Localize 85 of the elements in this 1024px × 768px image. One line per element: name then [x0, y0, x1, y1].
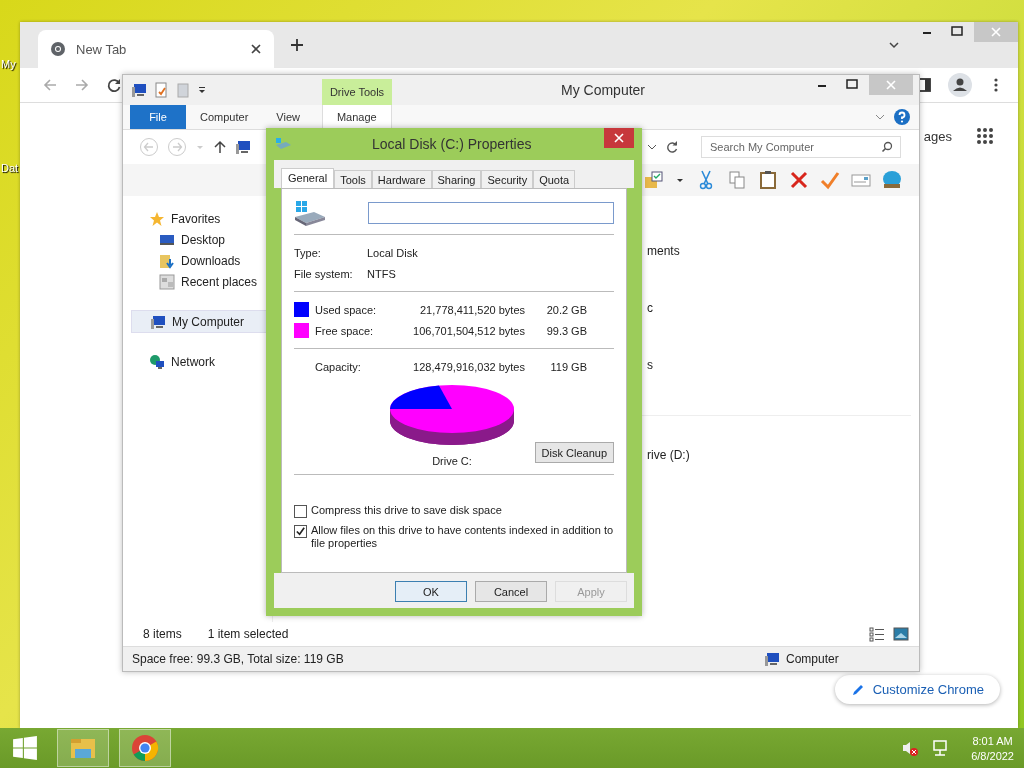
ribbon-tab[interactable]: Manage: [321, 105, 392, 129]
computer-icon: [764, 651, 780, 667]
muted-speaker-icon[interactable]: [901, 739, 920, 757]
checkmark-icon[interactable]: [820, 170, 840, 190]
space-bytes: 21,778,411,520 bytes: [419, 303, 525, 316]
computer-icon: [150, 313, 166, 330]
star-icon: [149, 210, 165, 227]
recent-places-icon: [159, 273, 175, 290]
drive-item-label[interactable]: s: [647, 358, 919, 415]
dropdown-icon[interactable]: [197, 85, 207, 95]
computer-icon[interactable]: [131, 82, 147, 98]
property-value: NTFS: [367, 267, 396, 280]
drive-label: Drive C:: [432, 455, 472, 467]
clipboard-icon[interactable]: [758, 170, 778, 190]
computer-icon: [235, 139, 251, 155]
refresh-icon[interactable]: [665, 140, 679, 154]
properties-icon[interactable]: [153, 82, 169, 98]
delete-icon[interactable]: [789, 170, 809, 190]
dialog-button[interactable]: Cancel: [475, 581, 547, 602]
property-label: File system:: [294, 267, 354, 280]
dialog-tab[interactable]: Sharing: [431, 170, 482, 188]
capacity-size: 119 GB: [549, 360, 587, 373]
downloads-folder-icon: [159, 252, 175, 269]
space-size: 99.3 GB: [545, 324, 587, 337]
dialog-tab[interactable]: Security: [481, 170, 534, 188]
dialog-tab[interactable]: Quota: [533, 170, 576, 188]
customize-chrome-button[interactable]: Customize Chrome: [834, 675, 1000, 704]
item-count: 8 items: [143, 627, 182, 641]
space-label: Used space:: [315, 303, 378, 316]
drive-item-label[interactable]: ments: [647, 244, 919, 301]
space-label: Free space:: [315, 324, 375, 337]
large-icons-view-icon[interactable]: [893, 626, 909, 642]
chevron-down-icon[interactable]: [888, 39, 900, 51]
drive-item-label[interactable]: c: [647, 301, 919, 358]
apps-grid-icon[interactable]: [976, 127, 994, 145]
help-icon[interactable]: [893, 108, 911, 126]
capacity-label: Capacity:: [315, 360, 362, 373]
selection-count: 1 item selected: [207, 627, 289, 641]
dialog-button[interactable]: OK: [395, 581, 467, 602]
dialog-tab[interactable]: Hardware: [371, 170, 432, 188]
up-arrow-icon[interactable]: [213, 140, 227, 154]
property-value: Local Disk: [367, 246, 418, 259]
ribbon-tab[interactable]: View: [262, 105, 314, 129]
search-icon: [881, 141, 893, 153]
profile-icon[interactable]: [948, 73, 972, 97]
network-icon: [149, 353, 165, 370]
checkbox-label: Allow files on this drive to have contents indexed in addition to file properties: [311, 524, 614, 550]
dialog-tab[interactable]: General: [281, 168, 335, 188]
checkbox-label: Compress this drive to save disk space: [311, 504, 502, 517]
reload-icon[interactable]: [106, 77, 122, 93]
close-button[interactable]: [604, 128, 634, 148]
new-tab-icon[interactable]: [290, 38, 304, 52]
ribbon-tab[interactable]: Computer: [186, 105, 263, 129]
start-icon[interactable]: [12, 735, 38, 761]
window-title: My Computer: [561, 82, 646, 98]
space-size: 20.2 GB: [545, 303, 587, 316]
dialog-tab[interactable]: Tools: [334, 170, 372, 188]
checkbox[interactable]: [294, 505, 307, 518]
search-field[interactable]: Search My Computer: [701, 136, 901, 158]
chevron-down-icon[interactable]: [647, 142, 657, 152]
details-view-icon[interactable]: [869, 626, 885, 642]
pencil-icon: [850, 682, 865, 697]
disk-cleanup-button[interactable]: Disk Cleanup: [534, 442, 614, 463]
close-icon[interactable]: [250, 43, 262, 55]
drive-icon: [294, 199, 326, 227]
browser-logo-icon: [131, 734, 159, 762]
space-bytes: 106,701,504,512 bytes: [412, 324, 525, 337]
folder-check-icon[interactable]: [644, 170, 664, 190]
property-label: Type:: [294, 246, 322, 259]
network-icon[interactable]: [931, 739, 950, 757]
desktop-icon-label: My: [1, 58, 16, 70]
chrome-taskbar-button[interactable]: [119, 729, 171, 767]
desktop-icon-label: Dat: [1, 162, 19, 174]
location-label: Computer: [786, 652, 839, 666]
context-tab-header: Drive Tools: [322, 79, 392, 105]
capacity-bytes: 128,479,916,032 bytes: [412, 360, 525, 373]
browser-logo-icon: [50, 41, 66, 57]
dialog-title: Local Disk (C:) Properties: [372, 136, 532, 152]
space-summary: Space free: 99.3 GB, Total size: 119 GB: [132, 652, 345, 666]
globe-icon[interactable]: [882, 170, 902, 190]
drive-name-field[interactable]: [368, 202, 614, 224]
browser-tab[interactable]: New Tab: [38, 30, 274, 68]
checkbox[interactable]: [294, 525, 307, 538]
shortcut-link[interactable]: ages: [923, 128, 952, 144]
ribbon-tab[interactable]: File: [130, 105, 186, 129]
